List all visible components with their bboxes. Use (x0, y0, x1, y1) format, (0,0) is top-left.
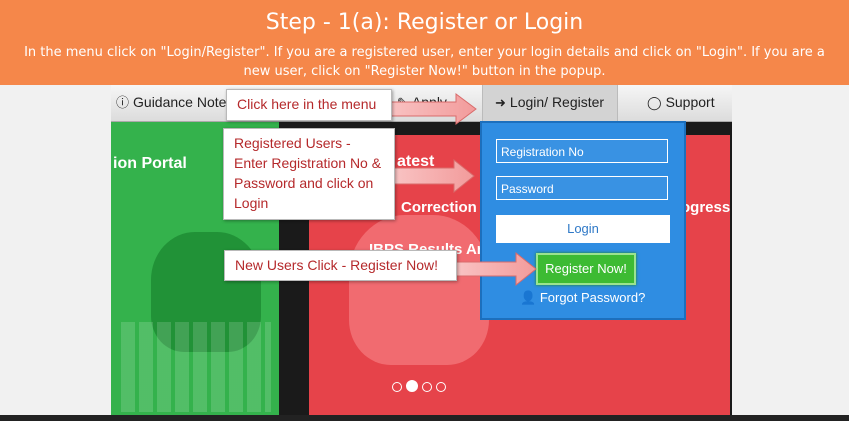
callout-registered-users: Registered Users - Enter Registration No… (223, 128, 395, 220)
callout-new-users: New Users Click - Register Now! (224, 250, 457, 281)
arrow-to-menu (387, 93, 477, 125)
arrow-to-register (455, 251, 537, 287)
arrow-to-fields (393, 158, 475, 194)
callout-arrows (387, 93, 537, 287)
callout-menu: Click here in the menu (226, 89, 392, 121)
bottom-bar (0, 415, 849, 421)
